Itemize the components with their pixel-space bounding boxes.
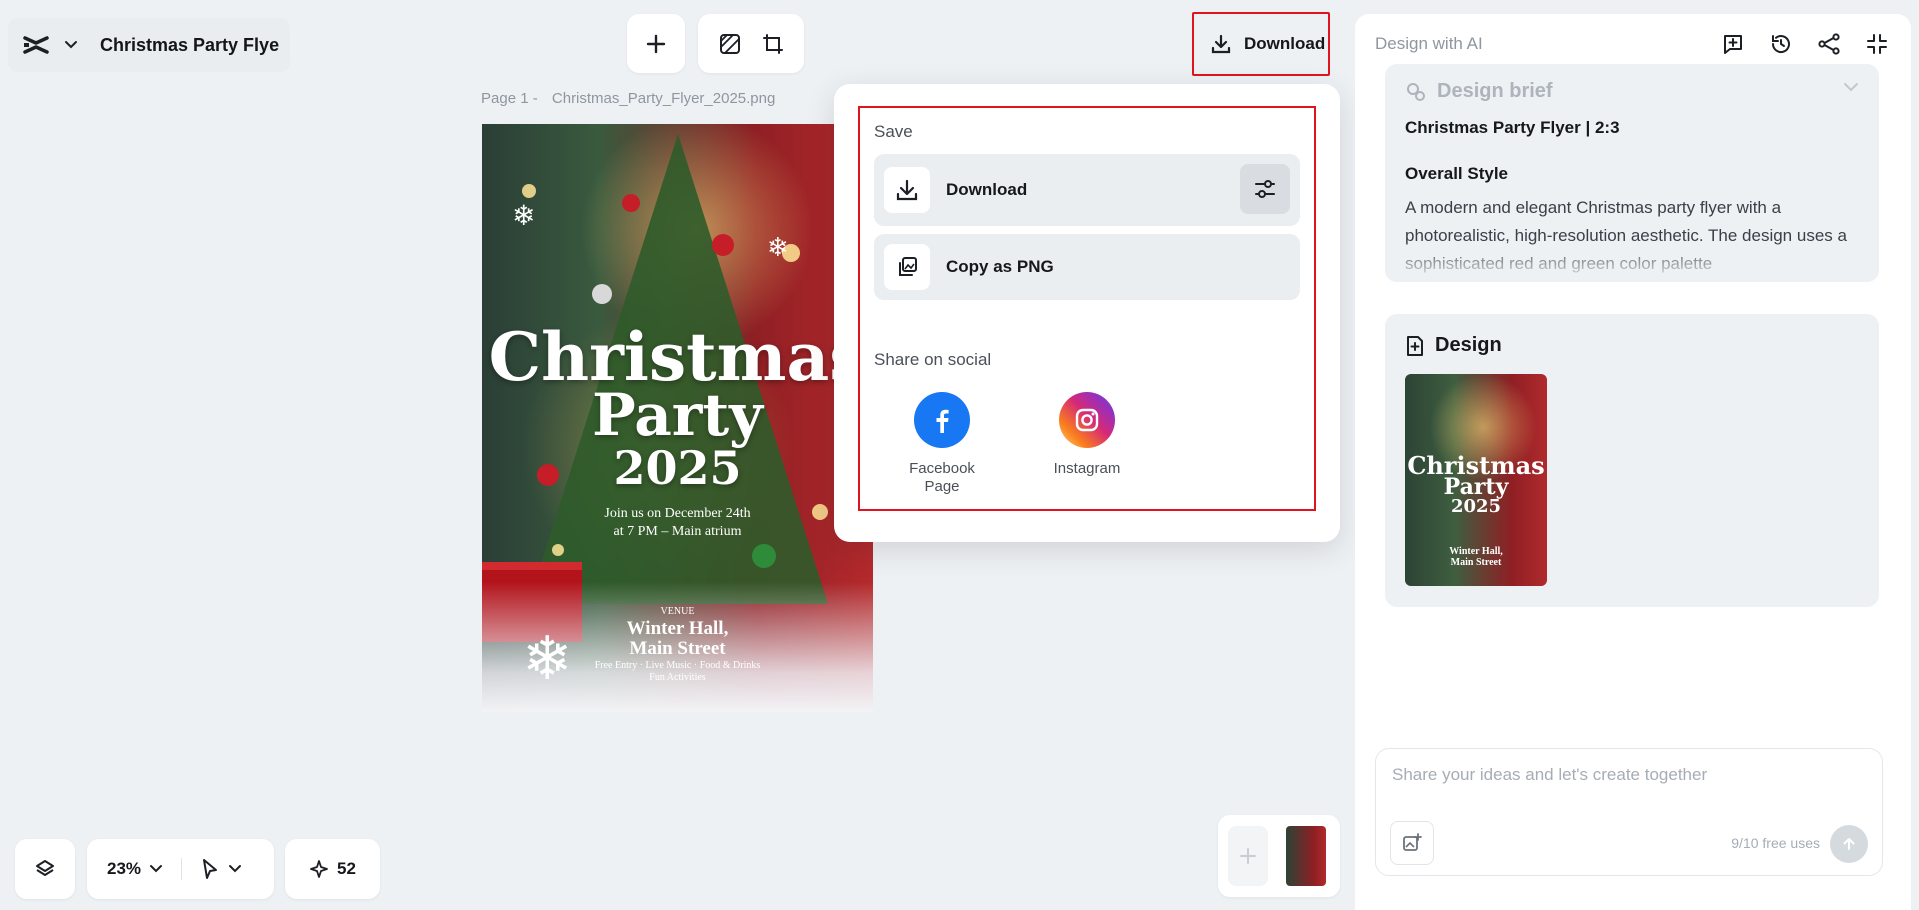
download-menu: Save Download Copy as PNG Share on socia… <box>834 84 1340 542</box>
zoom-level[interactable]: 23% <box>107 859 141 879</box>
credits-count: 52 <box>337 859 356 878</box>
add-image-icon <box>1402 833 1422 853</box>
ai-panel: Design with AI Design brief Christmas Pa… <box>1355 14 1911 910</box>
share-section-title: Share on social <box>874 350 992 369</box>
add-button[interactable] <box>627 14 685 73</box>
ornament <box>592 284 612 304</box>
thumb-venue-line1: Winter Hall, <box>1449 546 1503 557</box>
bokeh-light <box>522 184 536 198</box>
copy-as-png-label: Copy as PNG <box>946 257 1054 276</box>
flyer-canvas[interactable]: ❄ ❄ ❄ Christmas Party 2025 Join us on De… <box>482 124 873 712</box>
design-brief-card[interactable]: Design brief Christmas Party Flyer | 2:3… <box>1385 64 1879 282</box>
design-card: Design Christmas Party 2025 Winter Hall,… <box>1385 314 1879 607</box>
zoom-controls: 23% <box>87 839 274 899</box>
design-card-title: Design <box>1435 334 1502 356</box>
capcut-logo-icon[interactable] <box>22 34 50 56</box>
thumb-year: 2025 <box>1450 496 1502 517</box>
sliders-icon <box>1253 178 1277 200</box>
collapse-icon[interactable] <box>1865 32 1889 56</box>
attach-image-button[interactable] <box>1390 821 1434 865</box>
share-nodes-icon[interactable] <box>1817 32 1841 56</box>
design-file-icon <box>1405 335 1425 357</box>
ornament <box>752 544 776 568</box>
free-uses-count: 9/10 free uses <box>1731 835 1820 851</box>
project-menu[interactable]: Christmas Party Flye <box>8 18 290 72</box>
thumb-venue-line2: Main Street <box>1450 557 1502 568</box>
flyer-title-line2: Party <box>592 381 763 449</box>
download-option[interactable]: Download <box>874 154 1300 226</box>
save-section-title: Save <box>874 122 913 141</box>
chevron-down-icon[interactable] <box>1843 82 1859 92</box>
flyer-perks-line2: Fun Activities <box>649 672 706 683</box>
instagram-icon <box>1059 392 1115 448</box>
thumb-title-line2: Party <box>1443 474 1509 500</box>
download-menu-highlight: Save Download Copy as PNG Share on socia… <box>858 106 1316 511</box>
copy-image-icon <box>884 244 930 290</box>
chevron-down-icon[interactable] <box>64 40 78 50</box>
facebook-label-line2: Page <box>924 478 960 495</box>
download-settings-button[interactable] <box>1240 164 1290 214</box>
design-card-header: Design <box>1405 334 1502 357</box>
canvas-tools <box>698 14 804 73</box>
history-icon[interactable] <box>1769 32 1793 56</box>
facebook-label-line1: Facebook <box>909 460 975 477</box>
flyer-time: at 7 PM – Main atrium <box>613 524 742 539</box>
share-facebook-page[interactable]: Facebook Page <box>892 392 992 496</box>
credits-button[interactable]: 52 <box>285 839 380 899</box>
share-instagram[interactable]: Instagram <box>1037 392 1137 478</box>
instagram-label: Instagram <box>1053 460 1121 477</box>
pointer-tool-icon[interactable] <box>200 858 220 880</box>
flyer-invite: Join us on December 24th <box>604 506 751 521</box>
overall-style-title: Overall Style <box>1405 164 1509 183</box>
download-option-label: Download <box>946 180 1028 199</box>
project-title[interactable]: Christmas Party Flye <box>100 35 279 56</box>
arrow-up-icon <box>1841 836 1857 852</box>
resize-icon[interactable] <box>762 33 784 55</box>
page-strip <box>1218 815 1340 897</box>
send-button[interactable] <box>1830 825 1868 863</box>
layers-icon <box>34 858 56 880</box>
chevron-down-icon[interactable] <box>149 864 163 874</box>
brief-heading: Christmas Party Flyer | 2:3 <box>1405 118 1620 137</box>
ai-panel-toolbar <box>1721 32 1889 56</box>
page-label: Page 1 - Christmas_Party_Flyer_2025.png <box>481 90 775 107</box>
add-page-button[interactable] <box>1228 826 1268 886</box>
flyer-year: 2025 <box>613 441 742 495</box>
layers-button[interactable] <box>15 839 75 899</box>
ai-panel-title: Design with AI <box>1375 34 1483 53</box>
background-pattern-icon[interactable] <box>719 33 741 55</box>
plus-icon <box>645 33 667 55</box>
divider <box>181 858 183 880</box>
ornament <box>712 234 734 256</box>
plus-icon <box>1238 846 1258 866</box>
snowflake-icon: ❄ <box>512 200 536 231</box>
page-file-name[interactable]: Christmas_Party_Flyer_2025.png <box>552 90 775 107</box>
download-icon <box>1210 33 1232 55</box>
chat-input[interactable]: Share your ideas and let's create togeth… <box>1392 765 1707 785</box>
bokeh-light <box>552 544 564 556</box>
design-thumbnail[interactable]: Christmas Party 2025 Winter Hall, Main S… <box>1405 374 1547 586</box>
download-button[interactable]: Download <box>1192 12 1330 76</box>
page-thumbnail[interactable] <box>1286 826 1326 886</box>
download-button-label: Download <box>1244 34 1326 53</box>
flyer-venue-line2: Main Street <box>629 638 726 659</box>
ornament <box>622 194 640 212</box>
design-brief-title: Design brief <box>1437 80 1553 102</box>
page-number: Page 1 - <box>481 90 538 107</box>
flyer-perks-line1: Free Entry · Live Music · Food & Drinks <box>594 660 761 671</box>
brief-fade <box>1385 242 1879 282</box>
brief-sparkle-icon <box>1405 81 1427 103</box>
sparkle-icon <box>309 859 329 879</box>
copy-as-png-option[interactable]: Copy as PNG <box>874 234 1300 300</box>
facebook-icon <box>914 392 970 448</box>
flyer-venue-line1: Winter Hall, <box>626 618 729 639</box>
flyer-venue-label: VENUE <box>660 606 695 617</box>
chevron-down-icon[interactable] <box>228 864 242 874</box>
snowflake-icon: ❄ <box>767 232 789 262</box>
design-brief-header: Design brief <box>1405 80 1553 103</box>
download-icon <box>884 167 930 213</box>
chat-input-box[interactable]: Share your ideas and let's create togeth… <box>1375 748 1883 876</box>
new-chat-icon[interactable] <box>1721 32 1745 56</box>
